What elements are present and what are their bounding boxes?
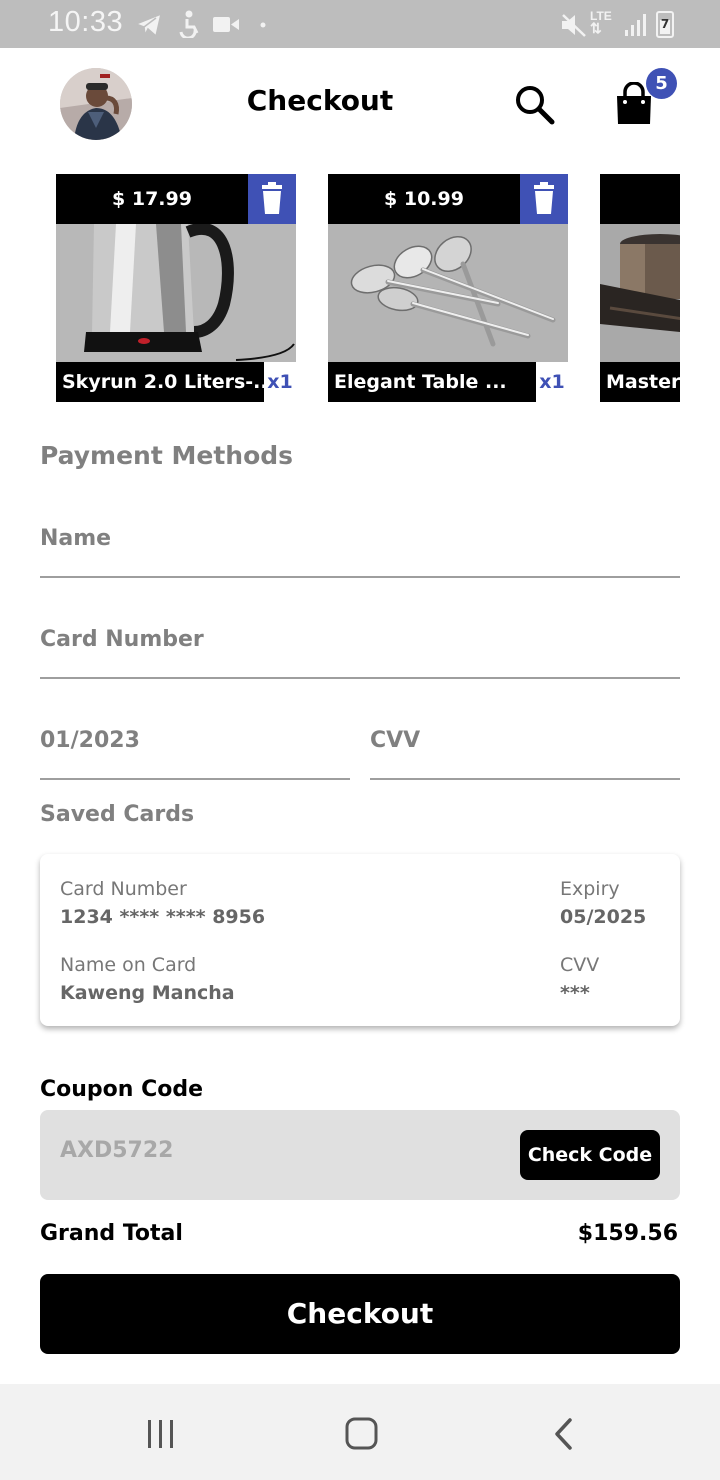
battery-level: 7 [660,17,670,31]
product-card[interactable]: $ 10.99 Elegant Table ... x1 [328,174,568,402]
page-title: Checkout [246,84,394,117]
check-code-button[interactable]: Check Code [520,1130,660,1180]
name-input[interactable] [40,526,680,551]
trash-icon [534,182,554,214]
grand-total-label: Grand Total [40,1221,183,1246]
card-number-label: Card Number [60,878,187,900]
product-card[interactable]: $ 17.99 Skyrun 2.0 Liters-... x1 [56,174,296,402]
card-number-input[interactable] [40,627,680,652]
product-name-bar: Master [600,362,680,402]
back-button[interactable] [548,1416,580,1452]
product-image-kettle [56,224,296,362]
saved-cards-title: Saved Cards [40,802,195,827]
product-quantity: x1 [539,371,565,393]
coupon-input[interactable] [60,1138,500,1163]
card-number-value: 1234 **** **** 8956 [60,906,266,928]
product-name-bar: Skyrun 2.0 Liters-... x1 [56,362,296,402]
product-price: $ [600,174,680,224]
product-name: Elegant Table ... [328,362,536,402]
avatar[interactable] [60,68,132,140]
video-icon [213,17,239,32]
price-bar: $ 17.99 [56,174,296,224]
battery-icon: 7 [656,11,674,38]
cvv-field[interactable] [370,720,680,780]
name-field[interactable] [40,518,680,578]
coupon-box: Check Code [40,1110,680,1200]
saved-card[interactable]: Card Number 1234 **** **** 8956 Expiry 0… [40,854,680,1026]
search-button[interactable] [512,82,558,128]
product-name: Master [600,362,680,402]
product-name-bar: Elegant Table ... x1 [328,362,568,402]
expiry-input[interactable] [40,728,350,753]
expiry-field[interactable] [40,720,350,780]
grand-total-value: $159.56 [577,1221,678,1246]
card-number-field[interactable] [40,619,680,679]
status-time: 10:33 [48,6,124,38]
product-image-spoons [328,224,568,362]
navigation-bar [0,1384,720,1480]
mute-icon [562,14,586,37]
product-card[interactable]: $ Master [600,174,680,402]
price-bar: $ 10.99 [328,174,568,224]
product-price: $ 10.99 [384,188,464,210]
cart-count-badge: 5 [646,68,677,99]
dot-icon [260,22,266,28]
cvv-value: *** [560,982,590,1004]
product-carousel[interactable]: $ 17.99 Skyrun 2.0 Liters-... x1 $ 10.99… [0,174,680,402]
status-bar: 10:33 LTE ⇅ 7 [0,0,720,48]
expiry-label: Expiry [560,878,620,900]
signal-icon [625,14,646,36]
accessibility-icon [179,10,199,38]
product-name: Skyrun 2.0 Liters-... [56,362,264,402]
payment-methods-title: Payment Methods [40,441,294,470]
home-button[interactable] [342,1416,380,1452]
search-icon [516,86,555,125]
expiry-value: 05/2025 [560,906,647,928]
product-price: $ 17.99 [112,188,192,210]
name-on-card-label: Name on Card [60,954,197,976]
delete-button[interactable] [520,174,568,224]
delete-button[interactable] [248,174,296,224]
telegram-icon [134,12,163,38]
name-on-card-value: Kaweng Mancha [60,982,235,1004]
product-image-cookware [600,224,680,362]
cvv-input[interactable] [370,728,680,753]
checkout-button[interactable]: Checkout [40,1274,680,1354]
price-bar: $ [600,174,680,224]
trash-icon [262,182,282,214]
coupon-code-label: Coupon Code [40,1077,204,1102]
lte-icon: LTE ⇅ [590,9,612,36]
product-quantity: x1 [267,371,293,393]
recent-apps-button[interactable] [140,1416,180,1452]
cvv-label: CVV [560,954,600,976]
